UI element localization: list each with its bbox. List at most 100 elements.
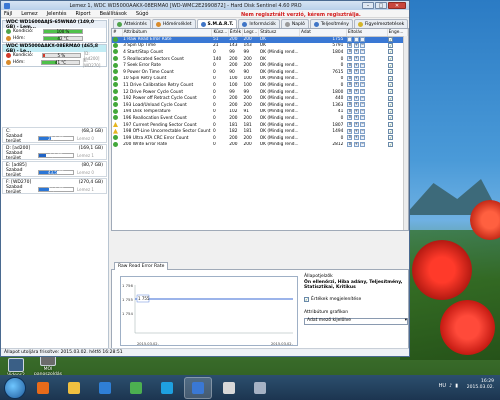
network-icon[interactable]: ▮ bbox=[455, 383, 458, 389]
plus-icon[interactable]: + bbox=[353, 69, 359, 75]
column-header[interactable]: Eltolás bbox=[346, 29, 388, 37]
table-row[interactable]: 7 Seek Error Rate 0 200 200 OK (Mindig r… bbox=[112, 62, 408, 69]
offset-stepper[interactable]: 0 bbox=[347, 82, 353, 88]
plus-icon[interactable]: + bbox=[353, 141, 359, 147]
table-row[interactable]: 192 Power off Retract Cycle Count 0 200 … bbox=[112, 95, 408, 102]
plus-icon[interactable]: + bbox=[353, 62, 359, 68]
table-row[interactable]: 193 Load/Unload Cycle Count 0 200 200 OK… bbox=[112, 102, 408, 109]
table-row[interactable]: 11 Drive Calibration Retry Count 0 100 1… bbox=[112, 82, 408, 89]
window-titlebar[interactable]: Lemez 1, WDC WD5000AAKX-08ERMA0 [WD-WMC2… bbox=[1, 1, 409, 10]
speaker-icon[interactable]: ♪ bbox=[449, 383, 452, 389]
minus-icon[interactable]: − bbox=[360, 89, 366, 95]
table-row[interactable]: 3 Spin Up Time 21 143 143 OK 5791 0 + − … bbox=[112, 42, 408, 50]
minus-icon[interactable]: − bbox=[360, 102, 366, 108]
minus-icon[interactable]: − bbox=[360, 135, 366, 141]
enable-checkbox[interactable]: ✓ bbox=[388, 135, 394, 141]
attr-graph-select[interactable]: Adat mező kijelölve ▾ bbox=[304, 317, 408, 325]
offset-stepper[interactable]: 0 bbox=[347, 115, 353, 121]
enable-checkbox[interactable]: ✓ bbox=[388, 36, 394, 42]
table-row[interactable]: 4 Start/Stop Count 0 99 99 OK (Mindig re… bbox=[112, 49, 408, 56]
enable-checkbox[interactable]: ✓ bbox=[388, 49, 394, 55]
minus-icon[interactable]: − bbox=[360, 141, 366, 147]
minus-icon[interactable]: − bbox=[360, 56, 366, 62]
taskbar-text-button[interactable] bbox=[215, 377, 243, 399]
menu-item-report[interactable]: Jelentés bbox=[47, 11, 67, 17]
offset-stepper[interactable]: 0 bbox=[347, 95, 353, 101]
minus-icon[interactable]: − bbox=[360, 82, 366, 88]
enable-checkbox[interactable]: ✓ bbox=[388, 56, 394, 62]
menu-item-settings[interactable]: Beállítások bbox=[100, 11, 127, 17]
table-row[interactable]: 10 Spin Retry Count 0 100 100 OK (Mindig… bbox=[112, 75, 408, 83]
table-row[interactable]: 5 Reallocated Sectors Count 140 200 200 … bbox=[112, 56, 408, 63]
enable-checkbox[interactable]: ✓ bbox=[388, 128, 394, 134]
close-button[interactable]: ✕ bbox=[388, 2, 406, 9]
taskbar-media-button[interactable] bbox=[91, 377, 119, 399]
maximize-button[interactable]: □ bbox=[375, 2, 387, 9]
table-row[interactable]: 199 Ultra ATA CRC Error Count 0 200 200 … bbox=[112, 135, 408, 142]
volume-entry[interactable]: E: [ad85] (80,7 GB) Szabad terület 43,5 … bbox=[2, 161, 107, 178]
plus-icon[interactable]: + bbox=[353, 75, 359, 81]
offset-stepper[interactable]: 0 bbox=[347, 49, 353, 55]
table-row[interactable]: 194 Disk Temperature 0 102 91 OK (Mindig… bbox=[112, 108, 408, 116]
minus-icon[interactable]: − bbox=[360, 128, 366, 134]
column-header[interactable]: Státusz bbox=[258, 29, 301, 37]
offset-stepper[interactable]: 0 bbox=[347, 69, 353, 75]
plus-icon[interactable]: + bbox=[353, 49, 359, 55]
menu-item-help[interactable]: Súgó bbox=[136, 11, 149, 17]
taskbar-chrome-button[interactable] bbox=[122, 377, 150, 399]
enable-checkbox[interactable]: ✓ bbox=[388, 69, 394, 75]
minus-icon[interactable]: − bbox=[360, 42, 366, 48]
plus-icon[interactable]: + bbox=[353, 42, 359, 48]
offset-stepper[interactable]: 0 bbox=[347, 128, 353, 134]
plus-icon[interactable]: + bbox=[353, 135, 359, 141]
plus-icon[interactable]: + bbox=[353, 56, 359, 62]
plus-icon[interactable]: + bbox=[353, 36, 359, 42]
taskbar-hds-button[interactable] bbox=[184, 376, 212, 399]
enable-checkbox[interactable]: ✓ bbox=[388, 62, 394, 68]
enable-checkbox[interactable]: ✓ bbox=[388, 122, 394, 128]
tab-áttekintés[interactable]: Áttekintés bbox=[113, 19, 151, 28]
disk-entry-0[interactable]: WDC WD1600AAJS-65WNA0 (149,0 GB) - Lem..… bbox=[2, 20, 107, 43]
table-row[interactable]: 196 Reallocation Event Count 0 200 200 O… bbox=[112, 115, 408, 122]
offset-stepper[interactable]: 0 bbox=[347, 108, 353, 114]
minus-icon[interactable]: − bbox=[360, 75, 366, 81]
tab-információk[interactable]: Információk bbox=[238, 19, 280, 28]
offset-stepper[interactable]: 0 bbox=[347, 36, 353, 42]
minus-icon[interactable]: − bbox=[360, 95, 366, 101]
table-row[interactable]: 1 Raw Read Error Rate 51 200 200 OK 1755… bbox=[112, 36, 408, 43]
minus-icon[interactable]: − bbox=[360, 49, 366, 55]
minus-icon[interactable]: − bbox=[360, 36, 366, 42]
column-header[interactable]: Érték bbox=[228, 29, 244, 37]
offset-stepper[interactable]: 0 bbox=[347, 135, 353, 141]
menu-item-disk[interactable]: Lemez bbox=[21, 11, 37, 17]
vertical-scrollbar[interactable] bbox=[403, 36, 408, 230]
table-row[interactable]: 12 Drive Power Cycle Count 0 99 99 OK (M… bbox=[112, 89, 408, 96]
tab-figyelmeztetések[interactable]: Figyelmeztetések bbox=[353, 19, 409, 28]
plus-icon[interactable]: + bbox=[353, 122, 359, 128]
minus-icon[interactable]: − bbox=[360, 115, 366, 121]
language-indicator[interactable]: HU bbox=[439, 383, 446, 389]
column-header[interactable]: Legr... bbox=[242, 29, 260, 37]
taskbar-skype-button[interactable] bbox=[153, 377, 181, 399]
enable-checkbox[interactable]: ✓ bbox=[388, 115, 394, 121]
volume-entry[interactable]: C: (68,3 GB) Szabad terület 23,9 GB Leme… bbox=[2, 127, 107, 144]
enable-checkbox[interactable]: ✓ bbox=[388, 95, 394, 101]
volume-entry[interactable]: F: [WD270] (270,4 GB) Szabad terület 74,… bbox=[2, 178, 107, 195]
show-values-checkbox[interactable]: ✓ bbox=[304, 296, 309, 302]
plus-icon[interactable]: + bbox=[353, 102, 359, 108]
clock[interactable]: 16:29 2015.03.02. bbox=[467, 379, 494, 391]
enable-checkbox[interactable]: ✓ bbox=[388, 82, 394, 88]
taskbar-calc-button[interactable] bbox=[246, 377, 274, 399]
table-row[interactable]: 197 Current Pending Sector Count 0 181 1… bbox=[112, 122, 408, 129]
enable-checkbox[interactable]: ✓ bbox=[388, 89, 394, 95]
column-header[interactable]: Adat bbox=[299, 29, 347, 37]
menu-item-file[interactable]: Fájl bbox=[4, 11, 12, 17]
table-row[interactable]: 200 Write Error Rate 0 200 200 OK (Mindi… bbox=[112, 141, 408, 149]
minus-icon[interactable]: − bbox=[360, 108, 366, 114]
volume-entry[interactable]: D: [ad200] (169,1 GB) Szabad terület 0,0… bbox=[2, 144, 107, 161]
disk-entry-1[interactable]: WDC WD5000AAKX-08ERMA0 (465,8 GB) - Le..… bbox=[2, 44, 107, 68]
enable-checkbox[interactable]: ✓ bbox=[388, 42, 394, 48]
plus-icon[interactable]: + bbox=[353, 108, 359, 114]
plus-icon[interactable]: + bbox=[353, 115, 359, 121]
enable-checkbox[interactable]: ✓ bbox=[388, 108, 394, 114]
